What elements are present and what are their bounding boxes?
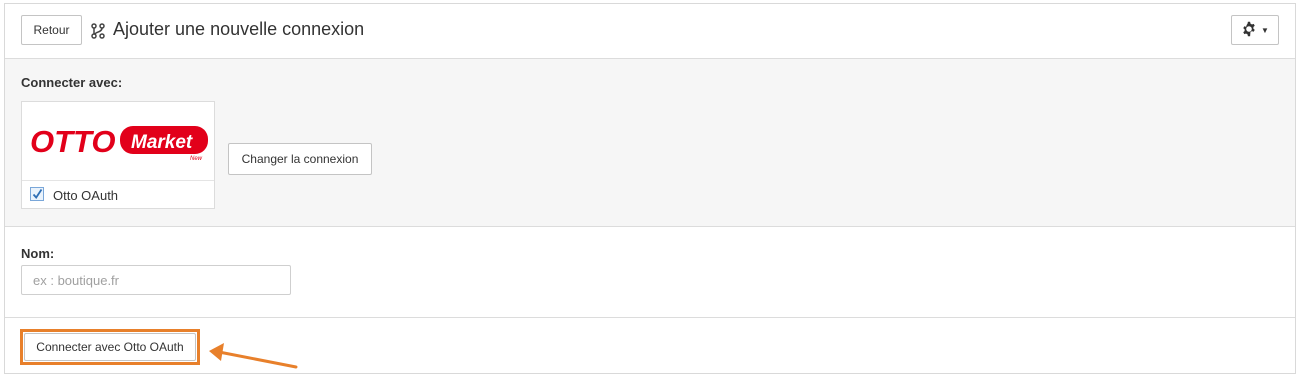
name-input[interactable] bbox=[21, 265, 291, 295]
chevron-down-icon: ▼ bbox=[1261, 25, 1269, 35]
svg-text:OTTO: OTTO bbox=[30, 124, 116, 159]
connection-card[interactable]: OTTO Market New Otto OAuth bbox=[21, 101, 215, 209]
checkmark-icon bbox=[32, 189, 43, 199]
back-button[interactable]: Retour bbox=[21, 15, 82, 45]
connect-with-section: Connecter avec: OTTO Market New Otto OAu… bbox=[5, 59, 1295, 227]
otto-oauth-checkbox[interactable] bbox=[30, 187, 44, 201]
card-divider bbox=[22, 180, 214, 181]
otto-market-logo: OTTO Market New bbox=[30, 124, 208, 162]
panel-header: Retour Ajouter une nouvelle connexion ▼ bbox=[5, 4, 1295, 59]
settings-dropdown-button[interactable]: ▼ bbox=[1231, 15, 1279, 45]
change-connection-button[interactable]: Changer la connexion bbox=[228, 143, 372, 175]
connection-icon bbox=[90, 23, 106, 39]
svg-text:New: New bbox=[190, 156, 203, 162]
add-connection-panel: Retour Ajouter une nouvelle connexion ▼ … bbox=[4, 3, 1296, 374]
panel-footer: Connecter avec Otto OAuth bbox=[5, 318, 1295, 373]
svg-text:Market: Market bbox=[131, 132, 193, 153]
name-label: Nom: bbox=[21, 246, 55, 261]
annotation-arrow-icon bbox=[209, 343, 298, 369]
connect-otto-oauth-button[interactable]: Connecter avec Otto OAuth bbox=[24, 333, 196, 361]
page-title: Ajouter une nouvelle connexion bbox=[113, 19, 365, 39]
name-section: Nom: bbox=[5, 227, 1295, 318]
gear-icon bbox=[1241, 21, 1257, 40]
connect-with-label: Connecter avec: bbox=[21, 75, 123, 90]
otto-oauth-label: Otto OAuth bbox=[53, 188, 119, 203]
